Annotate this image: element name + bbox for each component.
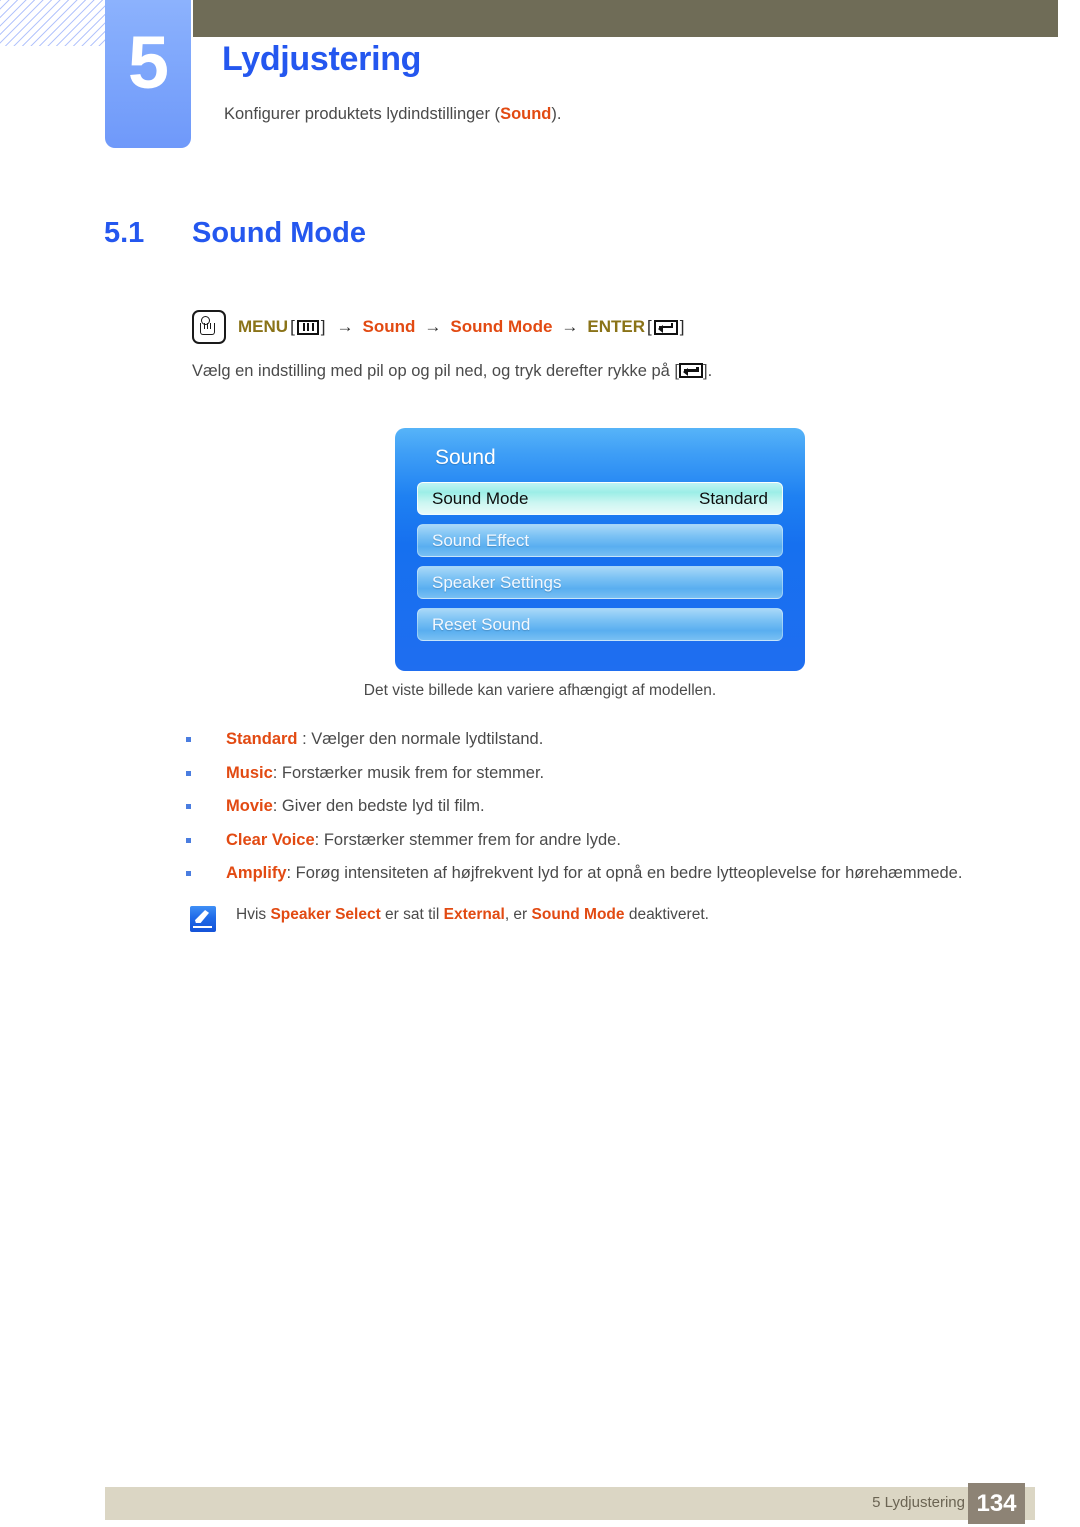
note-part-4: deaktiveret. [624,906,709,923]
note-callout: Hvis Speaker Select er sat til External,… [190,906,709,932]
bullet-dot-icon [186,804,191,809]
chapter-subtitle: Konfigurer produktets lydindstillinger (… [224,105,561,124]
option-desc: : Vælger den normale lydtilstand. [297,730,544,748]
osd-row-label: Sound Effect [432,530,530,550]
note-text: Hvis Speaker Select er sat til External,… [236,906,709,924]
note-pencil-icon [190,906,216,932]
instruction-line: Vælg en indstilling med pil op og pil ne… [192,362,712,381]
osd-title: Sound [435,446,496,469]
option-term: Standard [226,730,298,748]
footer-chapter-label: 5 Lydjustering [872,1494,965,1511]
list-item: Standard : Vælger den normale lydtilstan… [186,728,1046,750]
option-term: Clear Voice [226,830,315,849]
sound-mode-options-list: Standard : Vælger den normale lydtilstan… [186,728,1046,896]
bullet-dot-icon [186,837,191,843]
option-desc: : Forøg intensiteten af højfrekvent lyd … [286,864,963,882]
menu-bars-icon [296,319,319,335]
chapter-title: Lydjustering [222,40,422,78]
option-term: Movie [226,797,273,815]
bracket-open-menu: [ [290,317,295,336]
path-arrow-2: → [424,317,442,336]
instruction-text-before: Vælg en indstilling med pil op og pil ne… [192,362,680,380]
chapter-number-tab: 5 [105,0,191,148]
menu-path-step-2: Sound Mode [450,317,553,336]
osd-row-speaker-settings[interactable]: Speaker Settings [417,566,783,599]
osd-row-value: Standard [699,488,768,508]
menu-path-menu-label: MENU [238,317,289,336]
osd-caption: Det viste billede kan variere afhængigt … [363,682,717,699]
enter-key-icon-inline [679,363,704,378]
enter-key-icon [653,319,678,335]
osd-row-reset-sound[interactable]: Reset Sound [417,608,783,641]
osd-row-sound-effect[interactable]: Sound Effect [417,524,783,557]
path-arrow-3: → [561,317,579,336]
path-arrow-1: → [336,317,354,336]
note-part-2: er sat til [380,906,444,923]
menu-path-step-1: Sound [362,317,416,336]
bullet-dot-icon [186,871,191,876]
page-number-badge: 134 [968,1483,1025,1524]
chapter-subtitle-prefix: Konfigurer produktets lydindstillinger ( [224,105,501,123]
note-keyword-3: Sound Mode [531,906,625,923]
osd-row-sound-mode[interactable]: Sound Mode Standard [417,482,783,515]
option-desc: : Forstærker stemmer frem for andre lyde… [314,830,621,849]
option-desc: : Giver den bedste lyd til film. [272,797,485,815]
osd-row-label: Sound Mode [432,488,529,508]
section-number: 5.1 [104,217,145,249]
option-term: Amplify [226,864,287,882]
section-title: Sound Mode [192,217,366,249]
osd-row-label: Speaker Settings [432,572,562,592]
instruction-text-after: ]. [703,362,713,380]
osd-preview: Sound Sound Mode Standard Sound Effect S… [395,428,805,671]
bracket-close-enter: ] [679,317,685,336]
chapter-subtitle-keyword: Sound [500,105,552,123]
page-title: 5.1 Sound Mode [104,217,366,250]
footer-bar: 5 Lydjustering [105,1487,1035,1520]
bracket-open-enter: [ [647,317,652,336]
option-term: Music [226,763,273,782]
note-part-3: , er [504,906,532,923]
list-item: Amplify: Forøg intensiteten af højfrekve… [186,862,1046,884]
hand-press-icon [192,310,226,344]
option-desc: : Forstærker musik frem for stemmer. [272,763,545,782]
note-keyword-2: External [443,906,505,923]
note-part-1: Hvis [236,906,271,923]
list-item: Movie: Giver den bedste lyd til film. [186,795,1046,817]
bullet-dot-icon [186,737,191,742]
chapter-subtitle-suffix: ). [551,105,562,123]
menu-path-enter-label: ENTER [587,317,646,336]
list-item: Clear Voice: Forstærker stemmer frem for… [186,829,1046,851]
bracket-close-menu: ] [320,317,326,336]
hatch-decoration [0,0,108,46]
header-band [193,0,1058,37]
osd-row-label: Reset Sound [432,614,531,634]
note-keyword-1: Speaker Select [270,906,381,923]
menu-path: MENU [ ] → Sound → Sound Mode → ENTER [ … [192,310,687,344]
list-item: Music: Forstærker musik frem for stemmer… [186,762,1046,784]
bullet-dot-icon [186,770,191,776]
